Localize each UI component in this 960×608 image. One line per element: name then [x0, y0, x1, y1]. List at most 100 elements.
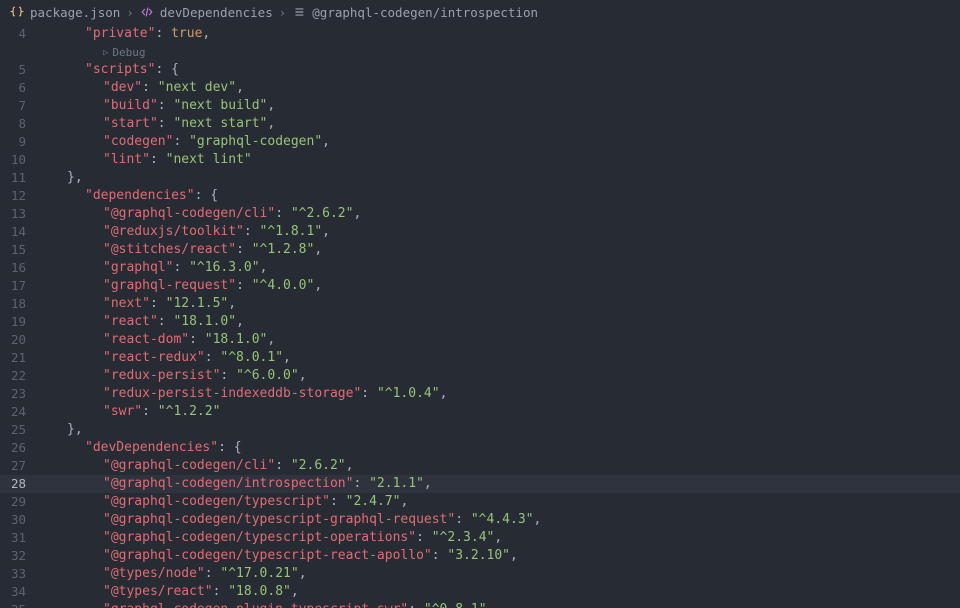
json-key: "start"	[103, 116, 158, 131]
line-number[interactable]: 25	[0, 421, 40, 439]
line-number[interactable]: 34	[0, 583, 40, 601]
code-line[interactable]: 19"react": "18.1.0",	[0, 313, 960, 331]
code-line[interactable]: 33 "@types/node": "^17.0.21",	[0, 565, 960, 583]
line-number[interactable]: 8	[0, 115, 40, 133]
line-number[interactable]: 21	[0, 349, 40, 367]
code-content: "devDependencies": {	[76, 439, 960, 457]
line-number[interactable]: 15	[0, 241, 40, 259]
breadcrumb[interactable]: package.json › devDependencies › @graphq…	[0, 0, 960, 25]
code-line[interactable]: 26 "devDependencies": {	[0, 439, 960, 457]
code-line[interactable]: 8"start": "next start",	[0, 115, 960, 133]
code-line[interactable]: 4"private": true,	[0, 25, 960, 43]
code-line[interactable]: 34"@types/react": "18.0.8",	[0, 583, 960, 601]
code-content: "@reduxjs/toolkit": "^1.8.1",	[94, 223, 960, 241]
code-line[interactable]: 12"dependencies": {	[0, 187, 960, 205]
line-number[interactable]: 10	[0, 151, 40, 169]
breadcrumb-item-key[interactable]: @graphql-codegen/introspection	[312, 5, 538, 20]
code-line[interactable]: 17"graphql-request": "^4.0.0",	[0, 277, 960, 295]
line-number[interactable]: 24	[0, 403, 40, 421]
code-content: "@types/node": "^17.0.21",	[94, 565, 960, 583]
line-number[interactable]: 17	[0, 277, 40, 295]
code-line[interactable]: 28"@graphql-codegen/introspection": "2.1…	[0, 475, 960, 493]
json-key: "swr"	[103, 404, 142, 419]
code-content: "build": "next build",	[94, 97, 960, 115]
breadcrumb-item-file[interactable]: package.json	[30, 5, 120, 20]
code-line[interactable]: 14 "@reduxjs/toolkit": "^1.8.1",	[0, 223, 960, 241]
code-line[interactable]: 32 "@graphql-codegen/typescript-react-apo…	[0, 547, 960, 565]
code-body[interactable]: 4"private": true,▷Debug5"scripts": {6"de…	[0, 25, 960, 608]
line-number[interactable]: 4	[0, 25, 40, 43]
json-key: "scripts"	[85, 62, 155, 77]
line-number[interactable]: 5	[0, 61, 40, 79]
json-key: "redux-persist-indexeddb-storage"	[103, 386, 361, 401]
json-value: "^16.3.0"	[189, 260, 259, 275]
code-icon	[140, 5, 154, 19]
code-line[interactable]: 35 "graphql-codegen-plugin-typescript-swr…	[0, 601, 960, 608]
code-line[interactable]: 13"@graphql-codegen/cli": "^2.6.2",	[0, 205, 960, 223]
code-editor[interactable]: package.json › devDependencies › @graphq…	[0, 0, 960, 608]
json-value: "2.4.7"	[346, 494, 401, 509]
code-line[interactable]: 29 "@graphql-codegen/typescript": "2.4.7"…	[0, 493, 960, 511]
code-line[interactable]: 23"redux-persist-indexeddb-storage": "^1…	[0, 385, 960, 403]
breadcrumb-item-section[interactable]: devDependencies	[160, 5, 273, 20]
code-line[interactable]: 21"react-redux": "^8.0.1",	[0, 349, 960, 367]
line-number[interactable]: 35	[0, 601, 40, 608]
line-number[interactable]: 32	[0, 547, 40, 565]
code-line[interactable]: 25},	[0, 421, 960, 439]
code-line[interactable]: 27"@graphql-codegen/cli": "2.6.2",	[0, 457, 960, 475]
line-number[interactable]: 16	[0, 259, 40, 277]
line-number[interactable]: 13	[0, 205, 40, 223]
line-number[interactable]: 28	[0, 475, 40, 493]
json-key: "react"	[103, 314, 158, 329]
json-value: "^4.0.0"	[252, 278, 315, 293]
line-number[interactable]: 14	[0, 223, 40, 241]
code-line[interactable]: 18 "next": "12.1.5",	[0, 295, 960, 313]
code-line[interactable]: 31"@graphql-codegen/typescript-operation…	[0, 529, 960, 547]
line-number[interactable]: 26	[0, 439, 40, 457]
json-value: "12.1.5"	[166, 296, 229, 311]
json-key: "react-redux"	[103, 350, 205, 365]
code-line[interactable]: 15"@stitches/react": "^1.2.8",	[0, 241, 960, 259]
json-key: "dev"	[103, 80, 142, 95]
code-content: "graphql": "^16.3.0",	[94, 259, 960, 277]
code-content: "@graphql-codegen/typescript-react-apoll…	[94, 547, 960, 565]
line-number[interactable]: 9	[0, 133, 40, 151]
json-value: "^1.2.8"	[252, 242, 315, 257]
code-line[interactable]: 5"scripts": {	[0, 61, 960, 79]
code-line[interactable]: 22"redux-persist": "^6.0.0",	[0, 367, 960, 385]
line-number[interactable]: 33	[0, 565, 40, 583]
code-content: "@graphql-codegen/typescript": "2.4.7",	[94, 493, 960, 511]
code-content: "next": "12.1.5",	[94, 295, 960, 313]
line-number[interactable]: 18	[0, 295, 40, 313]
line-number[interactable]: 20	[0, 331, 40, 349]
line-number[interactable]: 19	[0, 313, 40, 331]
code-content: },	[58, 169, 960, 187]
json-key: "redux-persist"	[103, 368, 220, 383]
code-line[interactable]: 20"react-dom": "18.1.0",	[0, 331, 960, 349]
code-line[interactable]: 6"dev": "next dev",	[0, 79, 960, 97]
json-key: "codegen"	[103, 134, 173, 149]
line-number[interactable]: 7	[0, 97, 40, 115]
code-line[interactable]: ▷Debug	[0, 43, 960, 61]
line-number[interactable]: 29	[0, 493, 40, 511]
line-number[interactable]: 30	[0, 511, 40, 529]
line-number[interactable]: 11	[0, 169, 40, 187]
line-number[interactable]: 23	[0, 385, 40, 403]
code-line[interactable]: 16 "graphql": "^16.3.0",	[0, 259, 960, 277]
json-key: "@graphql-codegen/typescript-react-apoll…	[103, 548, 432, 563]
code-line[interactable]: 9 "codegen": "graphql-codegen",	[0, 133, 960, 151]
line-number[interactable]: 27	[0, 457, 40, 475]
line-number[interactable]: 12	[0, 187, 40, 205]
code-content: "codegen": "graphql-codegen",	[94, 133, 960, 151]
code-line[interactable]: 30"@graphql-codegen/typescript-graphql-r…	[0, 511, 960, 529]
code-line[interactable]: 24"swr": "^1.2.2"	[0, 403, 960, 421]
line-number[interactable]: 22	[0, 367, 40, 385]
code-line[interactable]: 10"lint": "next lint"	[0, 151, 960, 169]
code-content: "graphql-codegen-plugin-typescript-swr":…	[94, 601, 960, 608]
code-line[interactable]: 7 "build": "next build",	[0, 97, 960, 115]
line-number[interactable]: 31	[0, 529, 40, 547]
code-content: ▷Debug	[94, 43, 960, 62]
line-number[interactable]: 6	[0, 79, 40, 97]
debug-codelens[interactable]: ▷Debug	[103, 44, 146, 62]
code-line[interactable]: 11},	[0, 169, 960, 187]
